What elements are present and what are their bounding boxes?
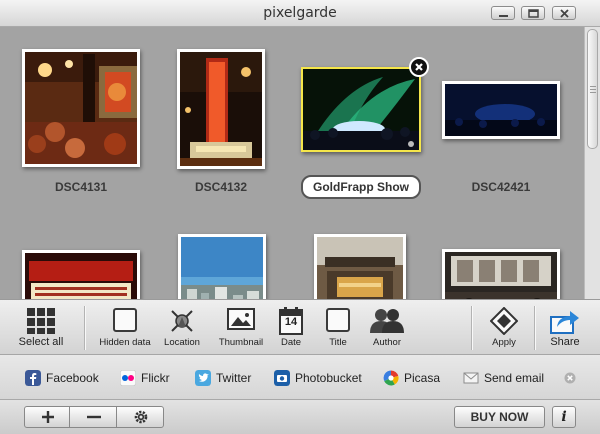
share-flickr-label: Flickr bbox=[141, 371, 170, 385]
select-all-label: Select all bbox=[18, 336, 64, 348]
checkbox-icon bbox=[326, 308, 350, 332]
share-twitter-label: Twitter bbox=[216, 371, 252, 385]
select-all-button[interactable]: Select all bbox=[10, 300, 72, 356]
calendar-day-number: 14 bbox=[284, 316, 298, 328]
info-button[interactable]: i bbox=[552, 406, 576, 428]
photo-thumbnail[interactable] bbox=[22, 250, 140, 299]
gear-icon bbox=[134, 410, 148, 424]
photo-thumbnail[interactable] bbox=[314, 234, 406, 299]
toolbar-divider bbox=[471, 306, 473, 350]
remove-photo-toolbar-button[interactable] bbox=[69, 406, 117, 428]
people-icon bbox=[370, 309, 404, 333]
flickr-icon bbox=[120, 370, 136, 386]
grid-icon bbox=[27, 308, 55, 334]
photo-image bbox=[25, 52, 137, 164]
minimize-button[interactable] bbox=[491, 6, 515, 20]
title-bar: pixelgarde bbox=[0, 0, 600, 27]
author-button[interactable]: Author bbox=[364, 300, 410, 356]
location-icon bbox=[171, 310, 193, 332]
close-window-button[interactable] bbox=[552, 6, 576, 20]
share-photobucket-label: Photobucket bbox=[295, 371, 362, 385]
photo-thumbnail[interactable] bbox=[442, 81, 560, 139]
author-label: Author bbox=[373, 337, 401, 348]
title-button[interactable]: Title bbox=[318, 300, 358, 356]
gallery-scrollbar[interactable] bbox=[584, 27, 600, 299]
photo-image bbox=[303, 69, 419, 150]
thumbnail-label: Thumbnail bbox=[218, 337, 264, 348]
location-label: Location bbox=[164, 337, 200, 348]
photo-caption: DSC4132 bbox=[194, 180, 248, 194]
buy-now-button[interactable]: BUY NOW bbox=[454, 406, 545, 428]
photobucket-icon bbox=[274, 370, 290, 386]
facebook-icon bbox=[25, 370, 41, 386]
share-email-label: Send email bbox=[484, 371, 545, 385]
maximize-icon bbox=[528, 9, 539, 18]
picasa-icon bbox=[383, 370, 399, 386]
photo-thumbnail[interactable] bbox=[442, 249, 560, 299]
photo-thumbnail[interactable] bbox=[22, 49, 140, 167]
photo-image bbox=[445, 84, 557, 136]
photo-thumbnail[interactable] bbox=[178, 234, 266, 299]
photo-thumbnail[interactable] bbox=[177, 49, 265, 169]
apply-button[interactable]: Apply bbox=[482, 300, 526, 356]
photo-image bbox=[25, 253, 137, 299]
close-sharebar-icon[interactable] bbox=[564, 372, 576, 384]
photo-image bbox=[180, 52, 262, 166]
scrollbar-thumb[interactable] bbox=[587, 29, 598, 149]
photo-caption: DSC42421 bbox=[471, 180, 531, 194]
toolbar-divider bbox=[534, 306, 536, 350]
twitter-icon bbox=[195, 370, 211, 386]
photo-image bbox=[181, 237, 263, 299]
photo-caption-selected[interactable]: GoldFrapp Show bbox=[301, 175, 421, 199]
hidden-data-label: Hidden data bbox=[99, 337, 151, 348]
email-icon bbox=[463, 372, 479, 384]
app-window: pixelgarde DSC4131 DSC4132 GoldFrapp Sho… bbox=[0, 0, 600, 434]
add-photo-button[interactable] bbox=[24, 406, 70, 428]
photo-caption: DSC4131 bbox=[54, 180, 108, 194]
share-label: Share bbox=[550, 336, 580, 348]
date-label: Date bbox=[280, 337, 302, 348]
photo-thumbnail-selected[interactable] bbox=[301, 67, 421, 152]
minus-icon bbox=[87, 415, 101, 419]
date-button[interactable]: 14 Date bbox=[272, 300, 310, 356]
remove-photo-button[interactable] bbox=[409, 57, 429, 77]
close-icon bbox=[560, 9, 569, 18]
location-button[interactable]: Location bbox=[158, 300, 206, 356]
edit-toolbar: Select all Hidden data Location Thumbnai… bbox=[0, 299, 600, 355]
share-picasa-label: Picasa bbox=[404, 371, 441, 385]
settings-button[interactable] bbox=[116, 406, 164, 428]
share-button[interactable]: Share bbox=[542, 300, 588, 356]
plus-icon bbox=[42, 411, 54, 423]
bottom-bar: BUY NOW i bbox=[0, 400, 600, 434]
thumbnail-button[interactable]: Thumbnail bbox=[214, 300, 268, 356]
hidden-data-button[interactable]: Hidden data bbox=[94, 300, 156, 356]
image-icon bbox=[227, 308, 255, 330]
close-icon bbox=[415, 63, 423, 71]
apply-label: Apply bbox=[492, 337, 516, 348]
minimize-icon bbox=[499, 15, 508, 17]
photo-gallery[interactable]: DSC4131 DSC4132 GoldFrapp Show DSC42421 bbox=[0, 27, 584, 299]
checkbox-icon bbox=[113, 308, 137, 332]
share-facebook-label: Facebook bbox=[46, 371, 99, 385]
toolbar-divider bbox=[84, 306, 86, 350]
photo-image bbox=[445, 252, 557, 299]
photo-image bbox=[317, 237, 403, 299]
title-label: Title bbox=[329, 337, 347, 348]
maximize-button[interactable] bbox=[521, 6, 545, 20]
share-icon bbox=[550, 311, 579, 334]
apply-icon bbox=[490, 307, 518, 335]
share-services-bar: Facebook Flickr Twitter Photobucket Pica… bbox=[0, 355, 600, 400]
